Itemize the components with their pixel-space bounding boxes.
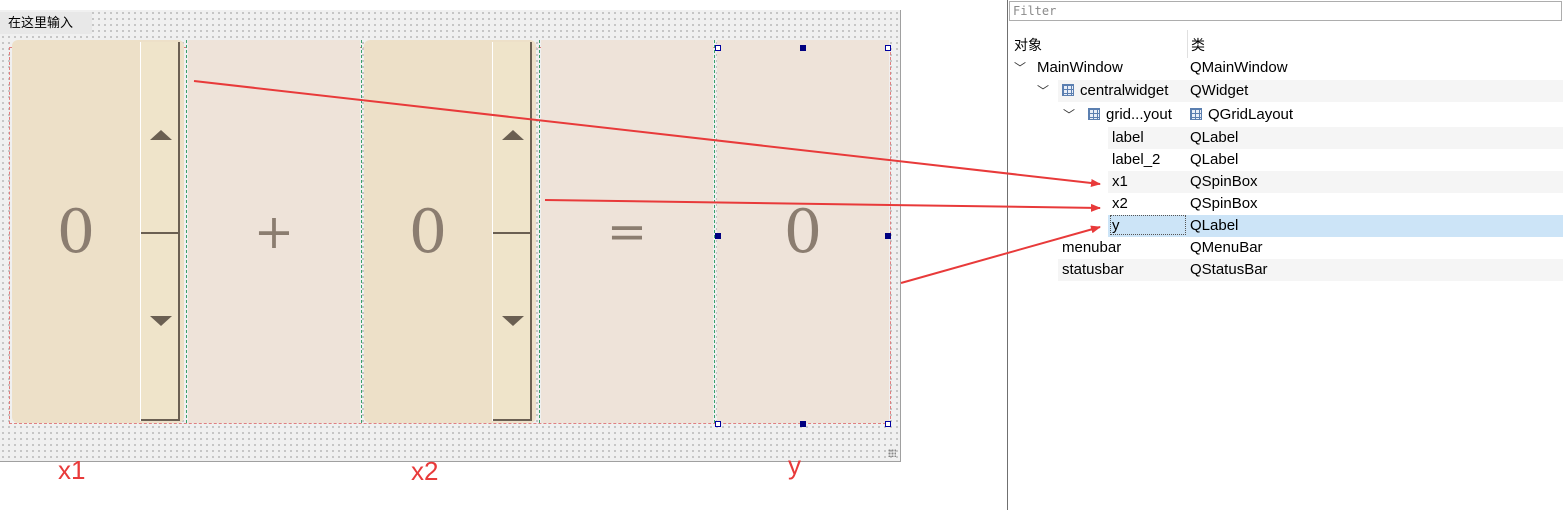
- tree-row-label-2[interactable]: label_2 QLabel: [1108, 149, 1563, 171]
- x1-up-arrow-icon[interactable]: [150, 130, 172, 140]
- x2-spin-buttons[interactable]: [492, 42, 532, 421]
- row-class: QWidget: [1190, 82, 1249, 99]
- header-divider: [1187, 30, 1188, 58]
- tree-row-centralwidget[interactable]: ﹀ centralwidget QWidget: [1037, 80, 1563, 102]
- row-object: y: [1110, 215, 1186, 235]
- selection-handle[interactable]: [715, 421, 721, 427]
- tree-row-x2[interactable]: x2 QSpinBox: [1108, 193, 1563, 215]
- x2-value[interactable]: 0: [364, 40, 492, 423]
- inspector-header: 对象 类: [1008, 30, 1563, 58]
- row-object: MainWindow: [1037, 59, 1123, 76]
- widget-grid-icon: [1062, 84, 1074, 96]
- row-object: statusbar: [1062, 261, 1124, 278]
- filter-input[interactable]: Filter: [1009, 1, 1562, 21]
- expand-chevron-icon[interactable]: ﹀: [1063, 104, 1077, 126]
- x1-spin-divider: [141, 231, 178, 234]
- tree-row-gridlayout[interactable]: ﹀ grid...yout QGridLayout: [1063, 104, 1563, 126]
- x2-down-arrow-icon[interactable]: [502, 316, 524, 326]
- layout-divider: [361, 40, 362, 423]
- row-class-wrap: QGridLayout: [1190, 104, 1293, 126]
- row-object: x2: [1112, 195, 1128, 212]
- equals-label: =: [541, 40, 713, 423]
- row-object: grid...yout: [1106, 106, 1172, 123]
- resize-grip-icon[interactable]: [888, 449, 896, 457]
- selection-handle[interactable]: [800, 45, 806, 51]
- layout-grid-icon: [1190, 108, 1202, 120]
- row-class: QSpinBox: [1190, 173, 1258, 190]
- row-object: label: [1112, 129, 1144, 146]
- x2-spinbox[interactable]: 0: [364, 40, 536, 423]
- tree-row-statusbar[interactable]: statusbar QStatusBar: [1058, 259, 1563, 281]
- expand-chevron-icon[interactable]: ﹀: [1014, 57, 1028, 79]
- expand-chevron-icon[interactable]: ﹀: [1037, 80, 1051, 102]
- layout-divider: [186, 40, 187, 423]
- tree-row-y-selected[interactable]: y QLabel: [1108, 215, 1563, 237]
- annotation-y: y: [788, 450, 801, 480]
- row-object: centralwidget: [1080, 82, 1169, 99]
- selection-handle[interactable]: [885, 421, 891, 427]
- row-object: label_2: [1112, 151, 1161, 168]
- selection-handle[interactable]: [885, 233, 891, 239]
- row-object: x1: [1112, 173, 1128, 190]
- row-class: QLabel: [1190, 129, 1239, 146]
- column-header-class[interactable]: 类: [1191, 35, 1205, 55]
- menu-bar-type-here[interactable]: 在这里输入: [0, 12, 92, 34]
- x1-spin-buttons[interactable]: [140, 42, 180, 421]
- tree-row-x1[interactable]: x1 QSpinBox: [1108, 171, 1563, 193]
- x1-spin-bottom-edge: [141, 419, 178, 421]
- x1-down-arrow-icon[interactable]: [150, 316, 172, 326]
- layout-grid-icon: [1088, 108, 1100, 120]
- x1-spinbox[interactable]: 0: [12, 40, 184, 423]
- column-header-object[interactable]: 对象: [1014, 35, 1042, 55]
- selection-handle[interactable]: [800, 421, 806, 427]
- annotation-x1: x1: [58, 455, 86, 485]
- row-object-wrap: grid...yout: [1088, 104, 1172, 126]
- row-class: QSpinBox: [1190, 195, 1258, 212]
- x2-spin-bottom-edge: [493, 419, 530, 421]
- plus-label: +: [188, 40, 360, 423]
- annotation-x2: x2: [411, 456, 439, 486]
- selection-handle[interactable]: [715, 45, 721, 51]
- row-class: QMenuBar: [1190, 239, 1263, 256]
- x1-value[interactable]: 0: [12, 40, 140, 423]
- tree-row-mainwindow[interactable]: ﹀ MainWindow QMainWindow: [1008, 57, 1563, 79]
- layout-divider: [714, 40, 715, 423]
- y-label[interactable]: 0: [717, 40, 889, 423]
- row-class: QStatusBar: [1190, 261, 1268, 278]
- tree-row-label[interactable]: label QLabel: [1108, 127, 1563, 149]
- tree-row-menubar[interactable]: menubar QMenuBar: [1058, 237, 1563, 259]
- layout-divider: [539, 40, 540, 423]
- row-class: QMainWindow: [1190, 59, 1288, 76]
- row-class: QGridLayout: [1208, 106, 1294, 123]
- x2-spin-divider: [493, 231, 530, 234]
- row-class: QLabel: [1190, 151, 1239, 168]
- selection-handle[interactable]: [885, 45, 891, 51]
- row-object-wrap: centralwidget: [1062, 80, 1168, 102]
- row-object: menubar: [1062, 239, 1122, 256]
- selection-handle[interactable]: [715, 233, 721, 239]
- object-inspector: Filter 对象 类 ﹀ MainWindow QMainWindow ﹀ c…: [1007, 0, 1565, 510]
- x2-up-arrow-icon[interactable]: [502, 130, 524, 140]
- row-class: QLabel: [1190, 217, 1239, 234]
